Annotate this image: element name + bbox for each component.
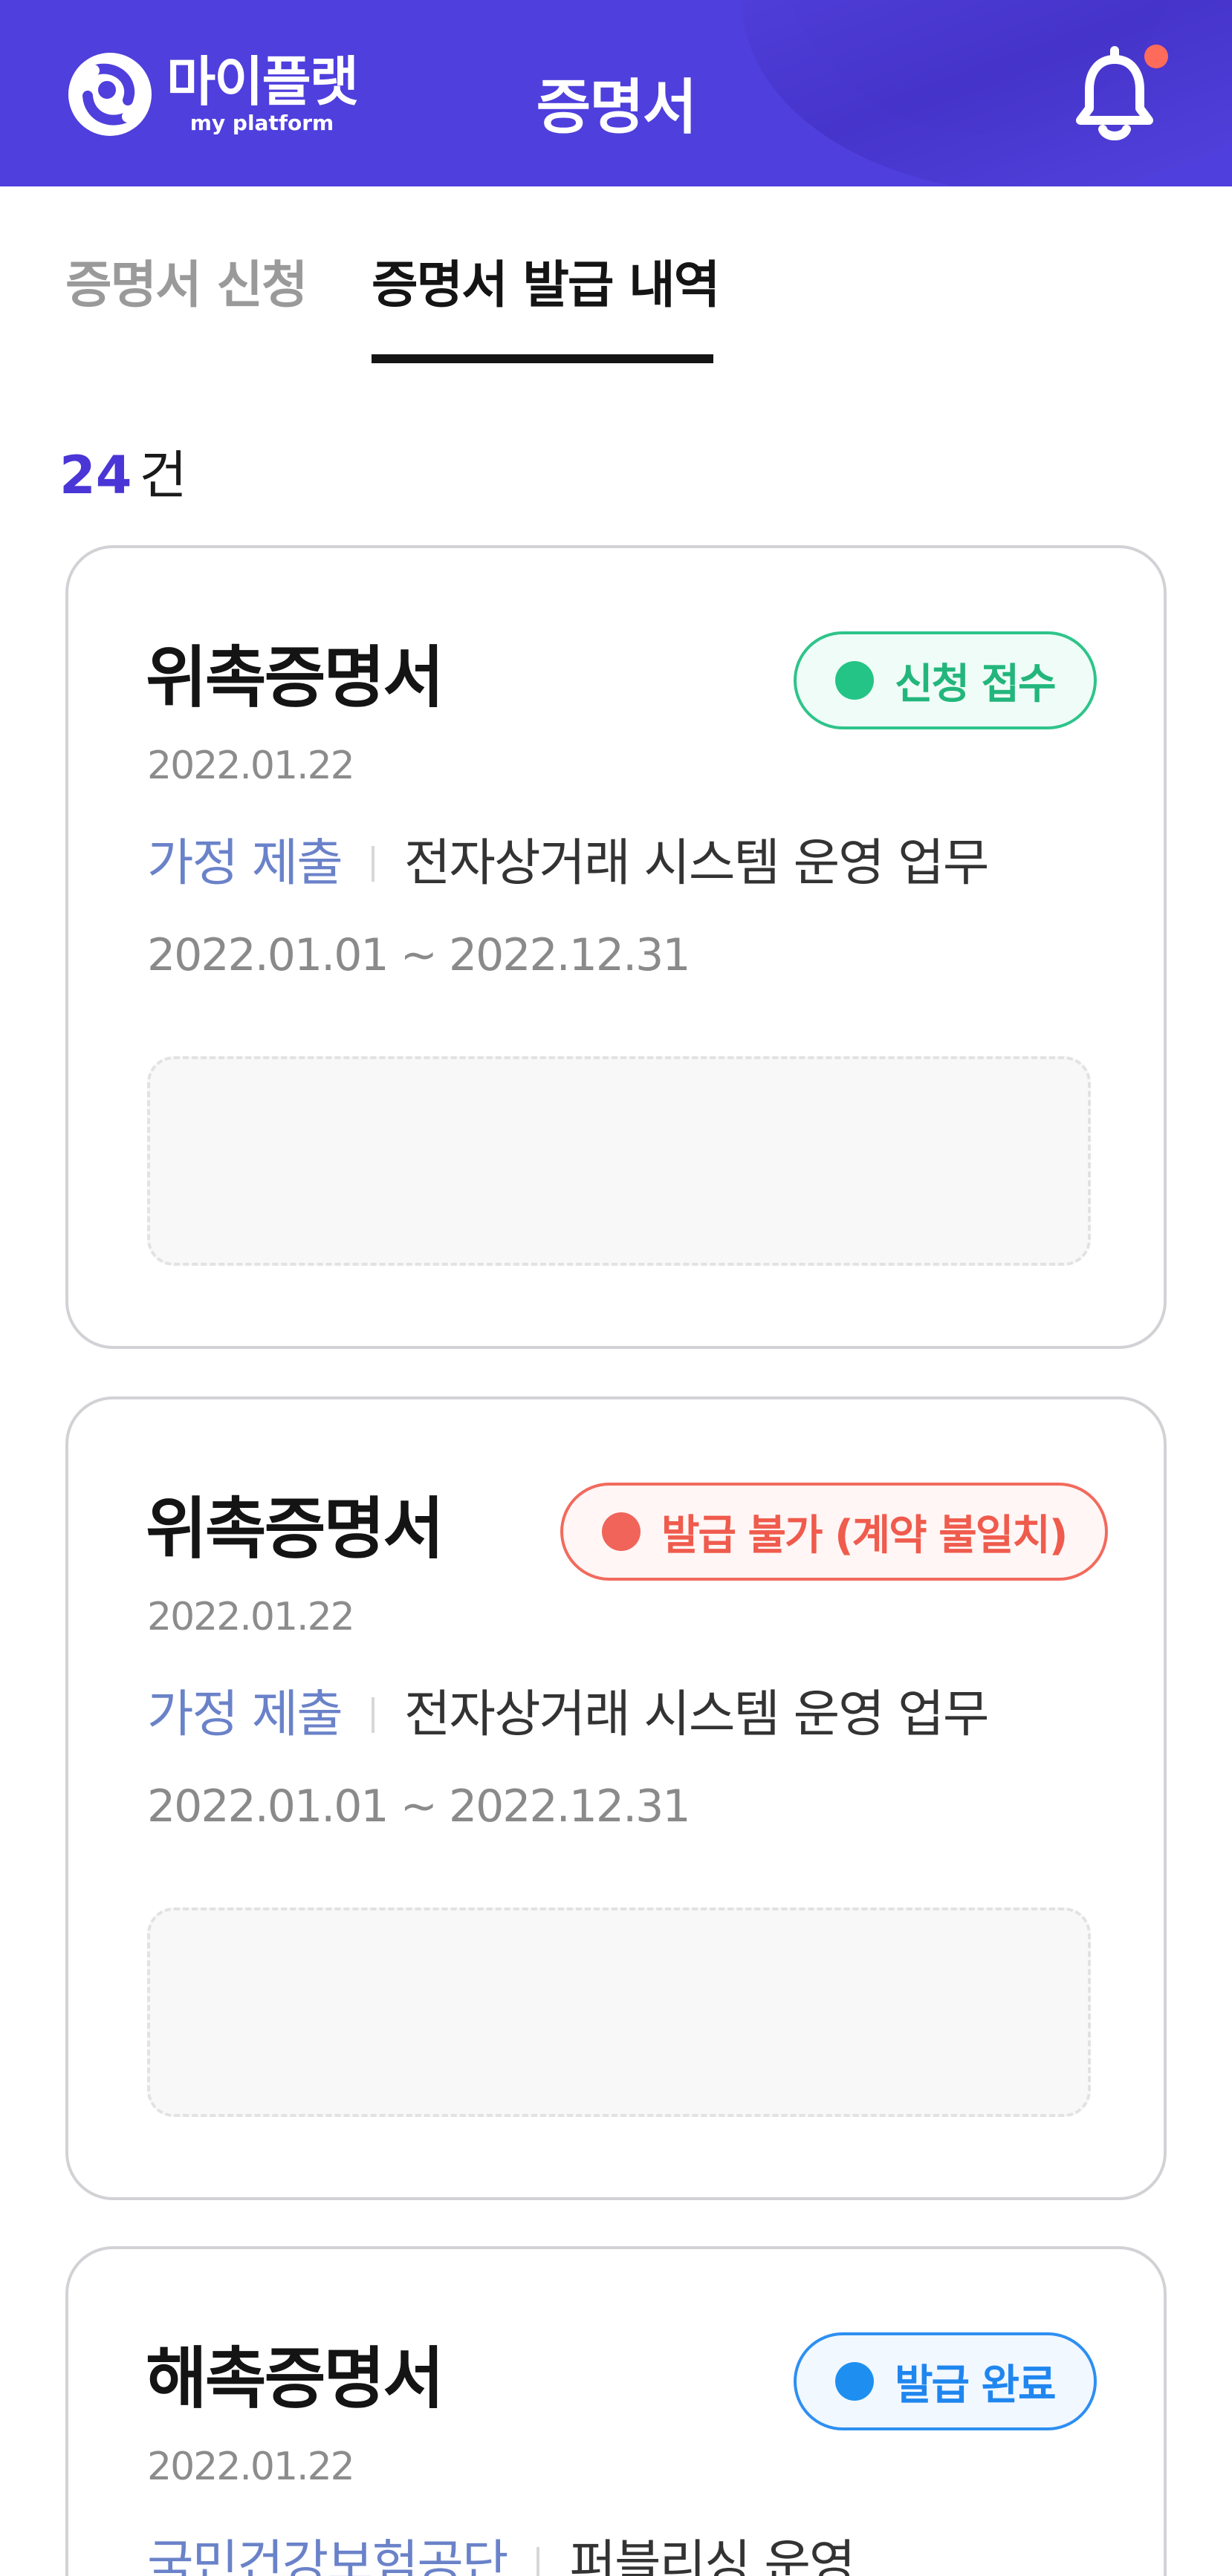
status-dot-icon [835,661,874,700]
certificate-card[interactable]: 해촉증명서 발급 완료 2022.01.22 국민건강보험공단 퍼블리싱 운영 [65,2246,1167,2576]
content-placeholder [147,1056,1091,1266]
divider [536,2547,540,2576]
task-name: 전자상거래 시스템 운영 업무 [403,834,990,893]
certificate-date: 2022.01.22 [147,2445,355,2489]
result-count-number: 24 [59,445,132,506]
certificate-date: 2022.01.22 [147,744,355,788]
certificate-org-row: 가정 제출 전자상거래 시스템 운영 업무 [147,1682,990,1749]
status-dot-icon [602,1512,641,1551]
certificate-org-row: 가정 제출 전자상거래 시스템 운영 업무 [147,830,990,897]
certificate-title: 위촉증명서 [146,1490,444,1568]
certificate-title: 위촉증명서 [146,639,444,717]
active-tab-indicator [372,354,713,363]
certificate-card[interactable]: 위촉증명서 발급 불가 (계약 불일치) 2022.01.22 가정 제출 전자… [65,1396,1167,2200]
result-count-unit: 건 [139,445,187,506]
org-name: 가정 제출 [147,1685,343,1744]
org-name: 가정 제출 [147,834,343,893]
result-count: 24 건 [59,444,187,507]
divider [371,846,375,882]
task-name: 퍼블리싱 운영 [569,2535,855,2576]
tab-certificate-apply[interactable]: 증명서 신청 [65,253,308,319]
contract-period: 2022.01.01 ~ 2022.12.31 [147,1780,690,1832]
certificate-date: 2022.01.22 [147,1595,355,1639]
certificate-card[interactable]: 위촉증명서 신청 접수 2022.01.22 가정 제출 전자상거래 시스템 운… [65,545,1167,1349]
notification-dot [1144,45,1168,68]
contract-period: 2022.01.01 ~ 2022.12.31 [147,929,690,981]
status-label: 발급 불가 (계약 불일치) [661,1511,1068,1560]
page-title: 증명서 [536,73,698,142]
status-dot-icon [835,2362,874,2401]
certificate-title: 해촉증명서 [146,2340,444,2418]
task-name: 전자상거래 시스템 운영 업무 [403,1685,990,1744]
org-name: 국민건강보험공단 [147,2535,508,2576]
status-badge: 발급 완료 [794,2332,1097,2430]
status-label: 신청 접수 [895,660,1057,709]
divider [371,1697,375,1733]
certificate-org-row: 국민건강보험공단 퍼블리싱 운영 [147,2531,855,2576]
tab-certificate-history[interactable]: 증명서 발급 내역 [372,253,720,319]
status-label: 발급 완료 [895,2361,1057,2410]
status-badge: 신청 접수 [794,631,1097,729]
content-placeholder [147,1907,1091,2117]
status-badge: 발급 불가 (계약 불일치) [560,1483,1109,1581]
